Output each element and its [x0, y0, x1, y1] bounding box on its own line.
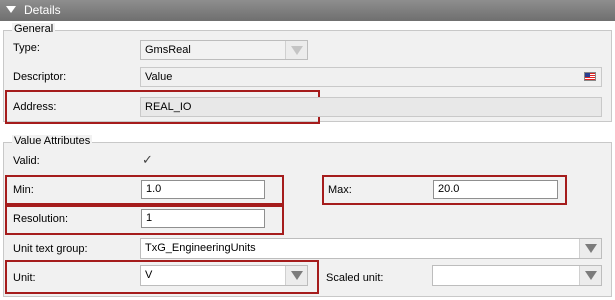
unit-text-group-combobox[interactable]: TxG_EngineeringUnits [140, 238, 602, 259]
valid-checkbox[interactable]: ✓ [142, 153, 153, 167]
type-value: GmsReal [145, 44, 191, 56]
check-icon: ✓ [142, 152, 153, 167]
min-label: Min: [13, 184, 34, 196]
unit-label: Unit: [13, 272, 36, 284]
max-value: 20.0 [438, 183, 460, 195]
descriptor-label: Descriptor: [13, 71, 67, 83]
resolution-label: Resolution: [13, 213, 69, 225]
scaled-unit-label: Scaled unit: [326, 272, 384, 284]
unit-text-group-label: Unit text group: [13, 243, 88, 255]
address-field[interactable]: REAL_IO [140, 97, 602, 117]
unit-combobox[interactable]: V [140, 265, 308, 286]
min-input[interactable]: 1.0 [141, 180, 265, 199]
flag-canton [585, 73, 590, 77]
type-label: Type: [13, 42, 40, 54]
type-combobox[interactable]: GmsReal [140, 40, 308, 60]
value-attributes-legend: Value Attributes [12, 135, 93, 147]
collapse-triangle-icon[interactable] [6, 6, 16, 14]
min-value: 1.0 [146, 183, 162, 195]
valid-label: Valid: [13, 155, 40, 167]
scaled-unit-chevron-down-icon[interactable] [579, 266, 601, 285]
unit-text-group-chevron-down-icon[interactable] [579, 239, 601, 258]
details-header[interactable]: Details [0, 0, 615, 21]
unit-chevron-down-icon[interactable] [285, 266, 307, 285]
unit-value: V [145, 269, 153, 281]
descriptor-value: Value [145, 71, 173, 83]
max-label: Max: [328, 184, 352, 196]
details-title: Details [24, 3, 61, 17]
general-legend: General [12, 23, 56, 35]
unit-text-group-value: TxG_EngineeringUnits [145, 242, 256, 254]
us-flag-icon[interactable] [584, 72, 596, 81]
max-input[interactable]: 20.0 [433, 180, 558, 199]
resolution-input[interactable]: 1 [141, 209, 265, 228]
address-label: Address: [13, 101, 57, 113]
type-dropdown-chevron-down-icon[interactable] [285, 41, 307, 59]
resolution-value: 1 [146, 212, 153, 224]
scaled-unit-combobox[interactable] [432, 265, 602, 286]
address-value: REAL_IO [145, 101, 192, 113]
descriptor-field[interactable]: Value [140, 67, 602, 87]
